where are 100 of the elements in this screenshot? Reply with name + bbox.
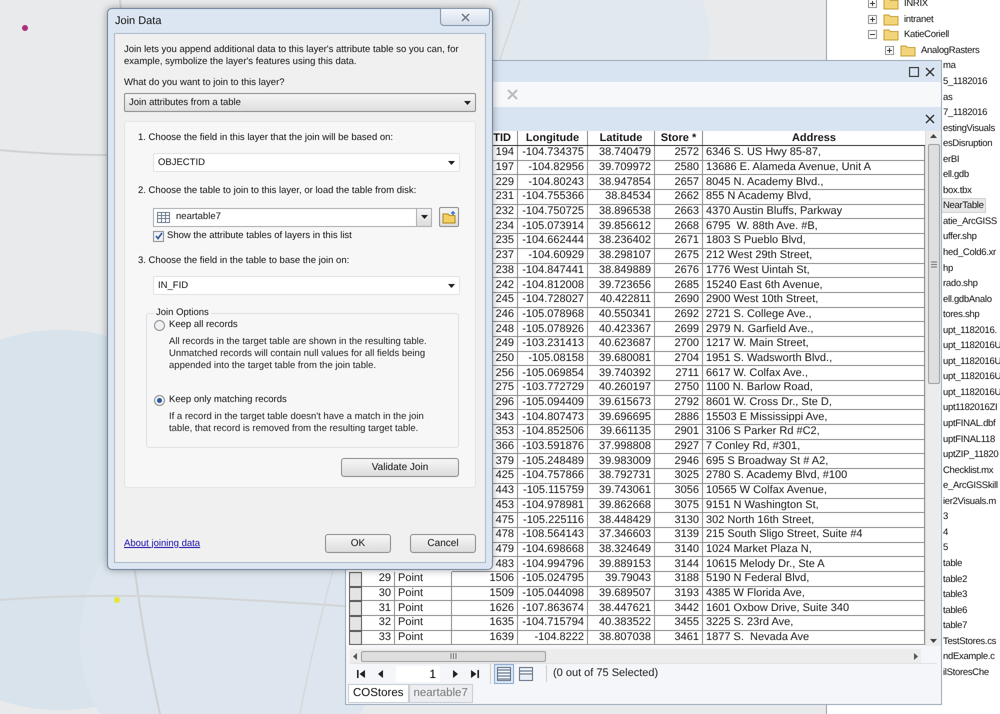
tree-item[interactable]: table7 [941, 618, 970, 634]
checkbox-label: Show the attribute tables of layers in this list [167, 230, 352, 242]
ok-button[interactable]: OK [325, 534, 391, 553]
table-cell: 3130 [655, 513, 703, 528]
column-header[interactable]: Longitude [518, 131, 588, 145]
row-selector[interactable] [349, 616, 362, 631]
tree-item[interactable]: uptFINAL118 [941, 432, 997, 447]
expand-icon[interactable] [885, 46, 894, 55]
tree-item[interactable]: NearTable [941, 198, 986, 214]
tree-item[interactable]: table3 [941, 587, 970, 602]
tree-item[interactable]: upt_1182016U [941, 369, 1000, 384]
radio-button[interactable] [154, 394, 165, 406]
dropdown-field[interactable]: OBJECTID [153, 153, 460, 172]
scroll-down-icon[interactable] [930, 639, 937, 643]
dropdown-field[interactable]: IN_FID [153, 276, 460, 295]
tree-item[interactable]: ilStoresChe [941, 664, 991, 680]
tree-item[interactable]: upt_1182016U [941, 354, 1000, 369]
previous-record-icon[interactable] [376, 668, 386, 678]
table-cell: 2780 S. Academy Blvd, #100 [703, 469, 925, 484]
tree-item[interactable]: upt_1182016U [941, 338, 1000, 354]
column-header[interactable]: Address [703, 131, 925, 145]
tree-item[interactable]: ma [941, 58, 958, 74]
row-selector[interactable] [349, 601, 362, 616]
tree-item[interactable]: TestStores.cs [941, 634, 998, 649]
table-cell: 13686 E. Alameda Avenue, Unit A [703, 160, 925, 176]
table-cell: -104.698668 [518, 542, 588, 558]
tree-item[interactable]: Checklist.mx [941, 462, 996, 478]
tree-item[interactable]: 5_1182016 [941, 74, 990, 89]
tree-item[interactable]: AnalogRasters [919, 42, 982, 58]
tree-item[interactable]: INRIX [902, 0, 930, 12]
tree-item[interactable]: upt1182016ZI [941, 400, 1000, 416]
cancel-button[interactable]: Cancel [410, 534, 476, 553]
help-link[interactable]: About joining data [124, 538, 200, 550]
tree-item[interactable]: ier2Visuals.m [941, 494, 998, 509]
group-title: Join Options [155, 307, 210, 319]
tree-item[interactable]: uffer.shp [941, 229, 979, 244]
first-record-icon[interactable] [356, 668, 366, 678]
last-record-icon[interactable] [470, 668, 480, 678]
tree-item[interactable]: table6 [941, 602, 970, 618]
expand-icon[interactable] [868, 0, 877, 8]
table-tab[interactable]: COStores [348, 684, 408, 703]
tree-item[interactable]: table [941, 556, 964, 571]
collapse-icon[interactable] [868, 30, 877, 40]
tree-item[interactable]: table2 [941, 572, 970, 586]
tree-item[interactable]: 4 [941, 524, 950, 540]
scroll-left-icon[interactable] [353, 652, 357, 660]
scroll-thumb[interactable] [928, 144, 940, 384]
table-cell: -104.807473 [518, 410, 588, 426]
scroll-right-icon[interactable] [914, 652, 918, 660]
tree-item[interactable]: 5 [941, 540, 950, 556]
close-button[interactable] [440, 8, 490, 26]
table-tab[interactable]: neartable7 [408, 684, 473, 703]
maximize-icon[interactable] [909, 66, 919, 76]
tree-item[interactable]: hp [941, 260, 955, 276]
vertical-scrollbar[interactable] [925, 131, 941, 646]
table-cell: 2750 [655, 381, 703, 396]
column-header[interactable]: Latitude [588, 131, 655, 145]
show-all-records-button[interactable] [494, 664, 514, 684]
close-icon[interactable] [925, 66, 935, 76]
record-field[interactable]: 1 [396, 666, 440, 682]
tree-item[interactable]: rado.shp [941, 276, 980, 292]
scroll-thumb[interactable] [361, 650, 546, 662]
tree-item[interactable]: tores.shp [941, 307, 982, 322]
tree-item[interactable]: hed_Cold6.xr [941, 245, 998, 260]
tree-item[interactable]: KatieCoriell [902, 27, 951, 42]
add-data-button[interactable] [439, 207, 459, 227]
table-cell: 2657 [655, 175, 703, 190]
tree-item[interactable]: upt_1182016U [941, 384, 1000, 400]
tree-item[interactable]: upt_1182016. [941, 322, 999, 338]
column-header[interactable]: Store * [655, 131, 703, 145]
scroll-up-icon[interactable] [930, 134, 937, 138]
radio-button[interactable] [154, 320, 165, 330]
tree-item[interactable]: erBI [941, 152, 962, 167]
row-selector[interactable] [349, 572, 362, 587]
tree-item[interactable]: as [941, 90, 954, 105]
tree-item[interactable]: atie_ArcGISS [941, 214, 999, 229]
tree-item[interactable]: box.tbx [941, 182, 974, 198]
expand-icon[interactable] [868, 14, 877, 24]
checkbox[interactable] [153, 230, 164, 242]
table-cell: 38.807038 [588, 630, 655, 646]
tree-item[interactable]: ell.gdbAnalo [941, 292, 994, 307]
table-cell: -104.82956 [518, 160, 588, 176]
tree-item[interactable]: intranet [902, 12, 936, 27]
horizontal-scrollbar[interactable] [350, 649, 921, 663]
row-selector[interactable] [349, 586, 362, 602]
tree-item[interactable]: uptZIP_11820 [941, 447, 1000, 462]
table-dropdown[interactable]: neartable7 [153, 208, 432, 226]
tree-item[interactable]: ndExample.c [941, 649, 997, 664]
validate-join-button[interactable]: Validate Join [341, 458, 459, 477]
close-icon[interactable] [925, 114, 935, 124]
tree-item[interactable]: uptFINAL.dbf [941, 416, 998, 432]
dropdown-field[interactable]: Join attributes from a table [124, 93, 476, 112]
tree-item[interactable]: estingVisuals [941, 120, 997, 136]
tree-item[interactable]: 3 [941, 509, 950, 524]
tree-item[interactable]: 7_1182016 [941, 105, 990, 120]
tree-item[interactable]: ell.gdb [941, 167, 971, 182]
tree-item[interactable]: esDisruption [941, 136, 994, 152]
row-selector[interactable] [349, 630, 362, 646]
next-record-icon[interactable] [450, 668, 460, 678]
tree-item[interactable]: e_ArcGISSkill [941, 478, 1000, 494]
